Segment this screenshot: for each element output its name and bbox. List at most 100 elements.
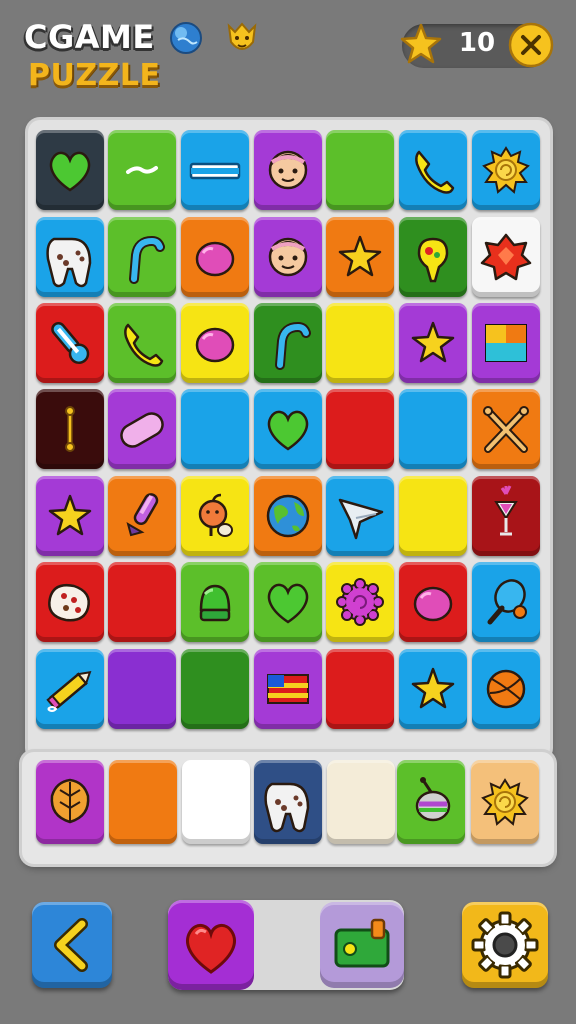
board-tile[interactable]: [399, 389, 467, 469]
board-tile[interactable]: [399, 130, 467, 210]
candy-icon: [413, 586, 453, 622]
bar-icon: [189, 162, 241, 180]
board-tile[interactable]: [36, 562, 104, 642]
board-tile[interactable]: [399, 562, 467, 642]
tile-board: [28, 120, 550, 760]
board-tile[interactable]: [326, 389, 394, 469]
heart-icon: [267, 583, 309, 624]
star-icon: [400, 22, 442, 66]
board-tile[interactable]: [254, 562, 322, 642]
tray-slot[interactable]: [397, 760, 465, 844]
heart-button[interactable]: [168, 900, 254, 990]
game-title-line2: PUZZLE: [28, 58, 161, 93]
board-tile[interactable]: [181, 562, 249, 642]
candy-icon: [195, 241, 235, 277]
bulb-icon: [417, 237, 449, 283]
board-tile[interactable]: [181, 303, 249, 383]
board-tile[interactable]: [472, 130, 540, 210]
gift-button[interactable]: [320, 902, 404, 988]
board-tile[interactable]: [181, 130, 249, 210]
board-tile[interactable]: [399, 649, 467, 729]
board-tile[interactable]: [36, 130, 104, 210]
board-tile[interactable]: [399, 303, 467, 383]
capsule-icon: [120, 412, 164, 448]
board-tile[interactable]: [181, 217, 249, 297]
board-tile[interactable]: [399, 476, 467, 556]
board-tile[interactable]: [181, 476, 249, 556]
gem-icon: [480, 233, 532, 281]
settings-button[interactable]: [462, 902, 548, 988]
board-tile[interactable]: [254, 389, 322, 469]
back-button[interactable]: [32, 902, 112, 988]
board-tile[interactable]: [36, 217, 104, 297]
board-tile[interactable]: [326, 130, 394, 210]
board-tile[interactable]: [326, 217, 394, 297]
heart-icon: [186, 924, 236, 974]
flower-icon: [336, 578, 384, 626]
score-value: 10: [458, 28, 496, 58]
board-tile[interactable]: [36, 389, 104, 469]
board-tile[interactable]: [254, 649, 322, 729]
hook-icon: [275, 321, 311, 370]
board-tile[interactable]: [108, 476, 176, 556]
board-tile[interactable]: [472, 476, 540, 556]
pin-icon: [65, 406, 75, 452]
thermometer-icon: [51, 321, 90, 364]
star-icon: [48, 494, 92, 536]
phone-icon: [124, 323, 164, 367]
board-tile[interactable]: [108, 130, 176, 210]
board-tile[interactable]: [254, 303, 322, 383]
tray-slot[interactable]: [327, 760, 395, 844]
board-tile[interactable]: [326, 649, 394, 729]
dice-icon: [48, 584, 90, 622]
board-tile[interactable]: [472, 562, 540, 642]
board-tile[interactable]: [108, 217, 176, 297]
board-tile[interactable]: [326, 476, 394, 556]
board-tile[interactable]: [181, 649, 249, 729]
flag-icon: [267, 674, 309, 704]
star-icon: [411, 321, 455, 363]
board-tile[interactable]: [181, 389, 249, 469]
board-tile[interactable]: [472, 217, 540, 297]
apple-icon: [198, 493, 233, 537]
board-tile[interactable]: [108, 562, 176, 642]
ball-icon: [486, 669, 526, 709]
board-tile[interactable]: [108, 303, 176, 383]
board-tile[interactable]: [36, 303, 104, 383]
tray-slot[interactable]: [109, 760, 177, 844]
header: CGAME PUZZLE 10: [0, 0, 576, 110]
globe-icon: [168, 20, 204, 56]
board-tile[interactable]: [326, 562, 394, 642]
board-tile[interactable]: [399, 217, 467, 297]
leaf-icon: [50, 778, 90, 824]
board-tile[interactable]: [36, 649, 104, 729]
paddle-icon: [487, 579, 527, 625]
heart-icon: [267, 410, 309, 451]
board-tile[interactable]: [472, 389, 540, 469]
board-tile[interactable]: [254, 217, 322, 297]
board-tile[interactable]: [108, 649, 176, 729]
globe-icon: [266, 494, 310, 538]
close-button[interactable]: [508, 22, 554, 68]
board-tile[interactable]: [254, 476, 322, 556]
microphone-icon: [126, 493, 159, 537]
star-icon: [338, 235, 382, 277]
board-tile[interactable]: [36, 476, 104, 556]
pencil-icon: [46, 671, 92, 712]
chevron-left-icon: [54, 918, 88, 972]
board-tile[interactable]: [326, 303, 394, 383]
close-icon: [508, 22, 554, 68]
star-icon: [411, 667, 455, 709]
tray-slot[interactable]: [471, 760, 539, 844]
board-tile[interactable]: [108, 389, 176, 469]
tray-slot[interactable]: [182, 760, 250, 844]
gamepad-icon: [46, 237, 92, 288]
tray-slot[interactable]: [254, 760, 322, 844]
board-tile[interactable]: [254, 130, 322, 210]
game-title-line1: CGAME: [24, 18, 155, 56]
board-tile[interactable]: [472, 303, 540, 383]
face-icon: [268, 150, 308, 190]
tray-slot[interactable]: [36, 760, 104, 844]
bell-icon: [199, 584, 231, 622]
board-tile[interactable]: [472, 649, 540, 729]
